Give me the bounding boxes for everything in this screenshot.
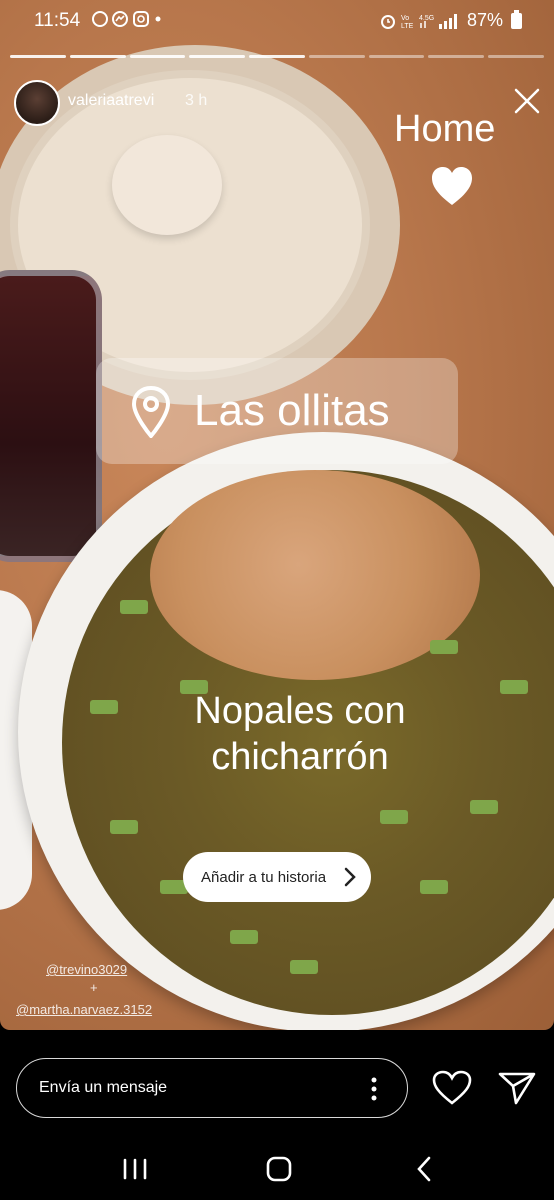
status-right: Vo LTE 4.5G 87% <box>379 9 522 31</box>
nopal-piece <box>500 680 528 694</box>
send-icon[interactable] <box>498 1070 536 1106</box>
status-bar: 11:54 Vo LTE 4.5G 87% <box>0 0 554 44</box>
progress-segment <box>129 55 186 58</box>
home-text-sticker: Home <box>394 108 496 150</box>
chevron-right-icon <box>344 867 356 887</box>
nopal-piece <box>420 880 448 894</box>
close-icon[interactable] <box>512 86 542 116</box>
story-caption: Nopales con chicharrón <box>120 688 480 780</box>
battery-percent: 87% <box>466 10 503 30</box>
mention-tag[interactable]: @trevino3029 <box>46 962 127 977</box>
location-sticker[interactable]: Las ollitas <box>96 358 458 464</box>
mention-plus: + <box>90 980 98 995</box>
progress-segment <box>249 55 305 58</box>
username[interactable]: valeriaatrevi <box>68 92 154 110</box>
more-options-icon[interactable] <box>371 1077 377 1101</box>
battery-icon <box>511 9 522 29</box>
svg-text:LTE: LTE <box>401 23 414 30</box>
progress-segment <box>10 55 66 58</box>
nopal-piece <box>110 820 138 834</box>
nopal-piece <box>380 810 408 824</box>
whatsapp-messenger-instagram-icons <box>92 11 161 27</box>
story-image[interactable]: 11:54 Vo LTE 4.5G 87% valeriaatrevi 3 h … <box>0 0 554 1030</box>
progress-segment <box>69 55 126 58</box>
nopal-piece <box>90 700 118 714</box>
svg-text:4.5G: 4.5G <box>419 15 434 22</box>
post-time: 3 h <box>185 92 208 109</box>
nopal-piece <box>470 800 498 814</box>
progress-segment <box>189 55 246 58</box>
drink-glass <box>0 270 102 562</box>
notification-icons <box>92 10 162 32</box>
nopal-piece <box>120 600 148 614</box>
location-pin-icon <box>131 386 171 438</box>
location-name: Las ollitas <box>194 386 390 435</box>
progress-segment <box>428 55 485 58</box>
story-progress <box>10 55 545 58</box>
add-to-story-button[interactable]: Añadir a tu historia <box>183 852 371 902</box>
system-nav-bar <box>0 1140 554 1200</box>
home-nav-icon[interactable] <box>266 1156 292 1182</box>
progress-segment <box>368 55 425 58</box>
nopal-piece <box>230 930 258 944</box>
message-input[interactable]: Envía un mensaje <box>16 1058 408 1118</box>
alarm-network-signal-icons: Vo LTE 4.5G <box>380 13 457 30</box>
caption-line-1: Nopales con <box>194 690 406 732</box>
progress-segment <box>488 55 545 58</box>
caption-line-2: chicharrón <box>211 736 389 778</box>
nopal-piece <box>290 960 318 974</box>
svg-text:Vo: Vo <box>401 15 409 22</box>
status-time: 11:54 <box>34 10 81 31</box>
nopal-piece <box>430 640 458 654</box>
recent-apps-icon[interactable] <box>122 1158 148 1180</box>
avatar[interactable] <box>14 80 60 126</box>
lid-knob <box>112 135 222 235</box>
progress-segment <box>308 55 365 58</box>
mention-tag[interactable]: @martha.narvaez.3152 <box>16 1002 152 1017</box>
add-to-story-label: Añadir a tu historia <box>201 868 327 886</box>
message-placeholder: Envía un mensaje <box>39 1079 168 1096</box>
like-heart-icon[interactable] <box>432 1070 472 1106</box>
heart-icon <box>432 167 472 205</box>
back-nav-icon[interactable] <box>414 1156 434 1182</box>
